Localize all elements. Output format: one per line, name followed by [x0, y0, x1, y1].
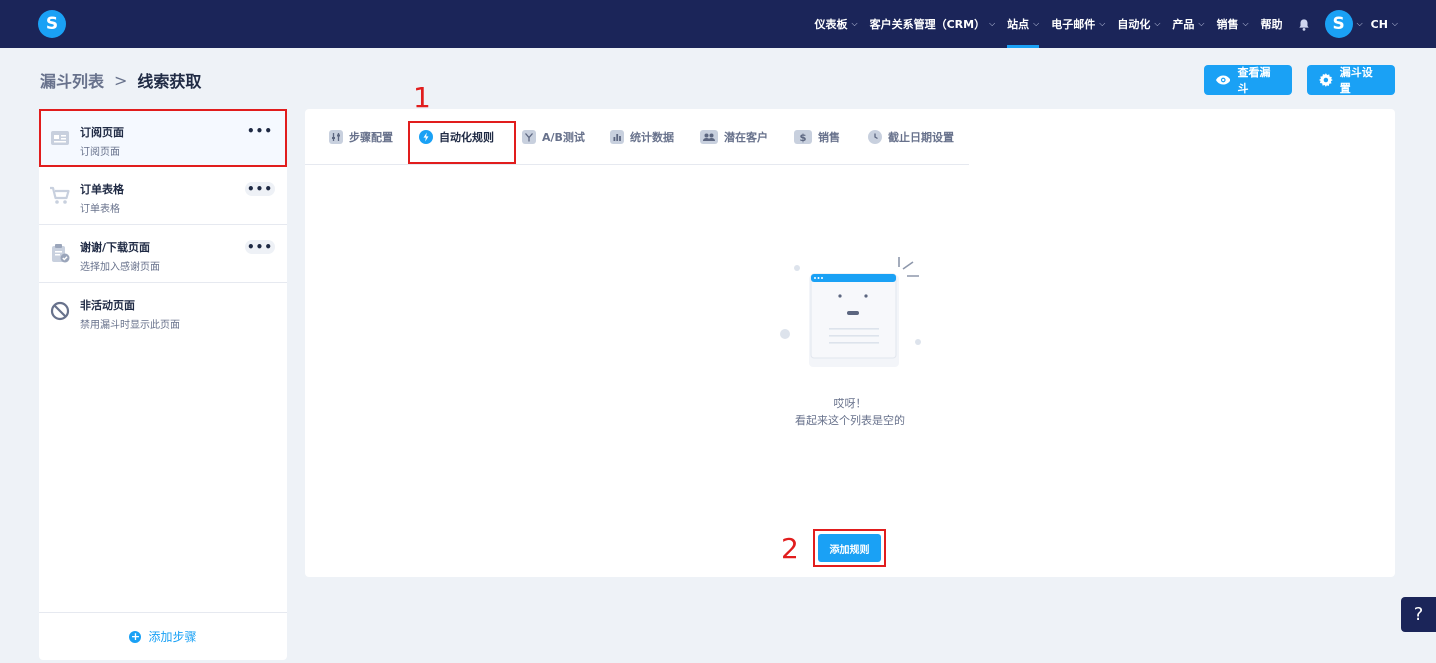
breadcrumb-separator: > — [114, 70, 128, 90]
language-label: CH — [1370, 17, 1388, 31]
view-funnel-button[interactable]: 查看漏斗 — [1204, 65, 1292, 95]
highlight-box-tab — [408, 121, 516, 164]
nav-sites[interactable]: 站点 ⌵ — [1007, 0, 1040, 48]
main-panel: 步骤配置 自动化规则 A/B测试 统计数据 潜在客户 $ 销售 截止日期设置 哎… — [305, 109, 1395, 577]
funnel-steps-sidebar: 订阅页面 订阅页面 ••• 订单表格 订单表格 ••• 谢谢/下载页面 选择加入… — [39, 109, 287, 660]
eye-icon — [1216, 75, 1231, 85]
annotation-number-1: 1 — [413, 81, 431, 114]
funnel-settings-button[interactable]: 漏斗设置 — [1307, 65, 1395, 95]
nav-label: 站点 — [1007, 18, 1030, 31]
form-page-icon — [49, 127, 71, 149]
tab-statistics[interactable]: 统计数据 — [610, 109, 674, 165]
page-title: 线索获取 — [137, 72, 202, 91]
add-step-label: 添加步骤 — [148, 630, 197, 644]
step-title: 非活动页面 — [80, 299, 135, 312]
nav-help[interactable]: 帮助 — [1261, 0, 1283, 48]
plus-icon: + — [129, 630, 142, 643]
step-order-form[interactable]: 订单表格 订单表格 ••• — [39, 167, 287, 225]
step-subtitle: 禁用漏斗时显示此页面 — [80, 320, 180, 331]
nav-label: 帮助 — [1260, 18, 1283, 31]
annotation-number-2: 2 — [781, 532, 799, 565]
logo[interactable]: S — [38, 10, 66, 38]
empty-state-message: 哎呀！ 看起来这个列表是空的 — [640, 395, 1060, 429]
dollar-icon: $ — [794, 130, 812, 144]
chevron-down-icon: ⌵ — [1154, 19, 1161, 28]
tab-ab-testing[interactable]: A/B测试 — [522, 109, 585, 165]
nav-email[interactable]: 电子邮件 ⌵ — [1051, 0, 1105, 48]
chevron-down-icon: ⌵ — [1391, 19, 1398, 28]
gear-icon — [1319, 73, 1333, 87]
step-subtitle: 订单表格 — [80, 204, 120, 215]
avatar[interactable]: S — [1324, 10, 1353, 38]
clipboard-check-icon — [49, 242, 71, 264]
bar-chart-icon — [610, 130, 624, 144]
more-options-button[interactable]: ••• — [245, 240, 275, 254]
tab-bar: 步骤配置 自动化规则 A/B测试 统计数据 潜在客户 $ 销售 截止日期设置 — [305, 109, 969, 165]
tab-label: 截止日期设置 — [888, 131, 954, 144]
split-icon — [522, 130, 536, 144]
empty-state-illustration — [775, 249, 925, 373]
nav-label: 自动化 — [1117, 18, 1151, 31]
nav-dashboard[interactable]: 仪表板 ⌵ — [815, 0, 858, 48]
step-subtitle: 订阅页面 — [80, 147, 120, 158]
tab-sales[interactable]: $ 销售 — [794, 109, 840, 165]
nav-products[interactable]: 产品 ⌵ — [1172, 0, 1204, 48]
step-subtitle: 选择加入感谢页面 — [80, 262, 160, 273]
step-inactive-page[interactable]: 非活动页面 禁用漏斗时显示此页面 — [39, 283, 287, 341]
tab-label: 统计数据 — [630, 131, 674, 144]
empty-state-line1: 哎呀！ — [833, 397, 867, 410]
tab-label: 步骤配置 — [349, 131, 393, 144]
more-options-button[interactable]: ••• — [245, 124, 275, 138]
nav-label: 仪表板 — [814, 18, 848, 31]
language-selector[interactable]: ⌵ CH ⌵ — [1357, 0, 1398, 48]
ban-icon — [49, 300, 71, 322]
chevron-down-icon: ⌵ — [989, 19, 996, 28]
tab-label: A/B测试 — [542, 131, 585, 144]
button-label: 漏斗设置 — [1339, 66, 1373, 95]
nav-automation[interactable]: 自动化 ⌵ — [1117, 0, 1160, 48]
add-step-button[interactable]: + 添加步骤 — [39, 612, 287, 660]
breadcrumb: 漏斗列表 > 线索获取 — [40, 68, 201, 92]
add-rule-button[interactable]: 添加规则 — [818, 534, 881, 562]
nav-label: 客户关系管理（CRM） — [869, 18, 986, 31]
help-button[interactable]: ? — [1401, 597, 1436, 632]
chevron-down-icon: ⌵ — [1242, 19, 1249, 28]
tab-leads[interactable]: 潜在客户 — [700, 109, 768, 165]
sliders-icon — [329, 130, 343, 144]
nav-label: 电子邮件 — [1051, 18, 1096, 31]
more-options-button[interactable]: ••• — [245, 182, 275, 196]
tab-label: 销售 — [818, 131, 840, 144]
nav-label: 销售 — [1216, 18, 1239, 31]
clock-icon — [868, 130, 882, 144]
chevron-down-icon: ⌵ — [1099, 19, 1106, 28]
chevron-down-icon: ⌵ — [1198, 19, 1205, 28]
tab-step-config[interactable]: 步骤配置 — [329, 109, 393, 165]
chevron-down-icon: ⌵ — [1356, 19, 1363, 28]
breadcrumb-parent[interactable]: 漏斗列表 — [40, 68, 104, 92]
button-label: 查看漏斗 — [1237, 66, 1271, 95]
step-thank-you-page[interactable]: 谢谢/下载页面 选择加入感谢页面 ••• — [39, 225, 287, 283]
nav-crm[interactable]: 客户关系管理（CRM） ⌵ — [870, 0, 996, 48]
chevron-down-icon: ⌵ — [851, 19, 858, 28]
cart-icon — [49, 184, 71, 206]
bell-icon[interactable] — [1297, 17, 1311, 31]
svg-text:$: $ — [800, 133, 807, 144]
users-icon — [700, 130, 718, 144]
tab-deadline-settings[interactable]: 截止日期设置 — [868, 109, 954, 165]
nav-sales[interactable]: 销售 ⌵ — [1216, 0, 1248, 48]
nav-label: 产品 — [1172, 18, 1195, 31]
main-menu: 仪表板 ⌵ 客户关系管理（CRM） ⌵ 站点 ⌵ 电子邮件 ⌵ 自动化 ⌵ 产品 ⌵ 销售 ⌵… — [803, 0, 1398, 48]
step-subscribe-page[interactable]: 订阅页面 订阅页面 ••• — [39, 109, 287, 167]
chevron-down-icon: ⌵ — [1033, 19, 1040, 28]
top-navbar: S 仪表板 ⌵ 客户关系管理（CRM） ⌵ 站点 ⌵ 电子邮件 ⌵ 自动化 ⌵ 产品 ⌵ 销… — [0, 0, 1436, 48]
tab-label: 潜在客户 — [724, 131, 768, 144]
empty-state-line2: 看起来这个列表是空的 — [795, 414, 905, 427]
